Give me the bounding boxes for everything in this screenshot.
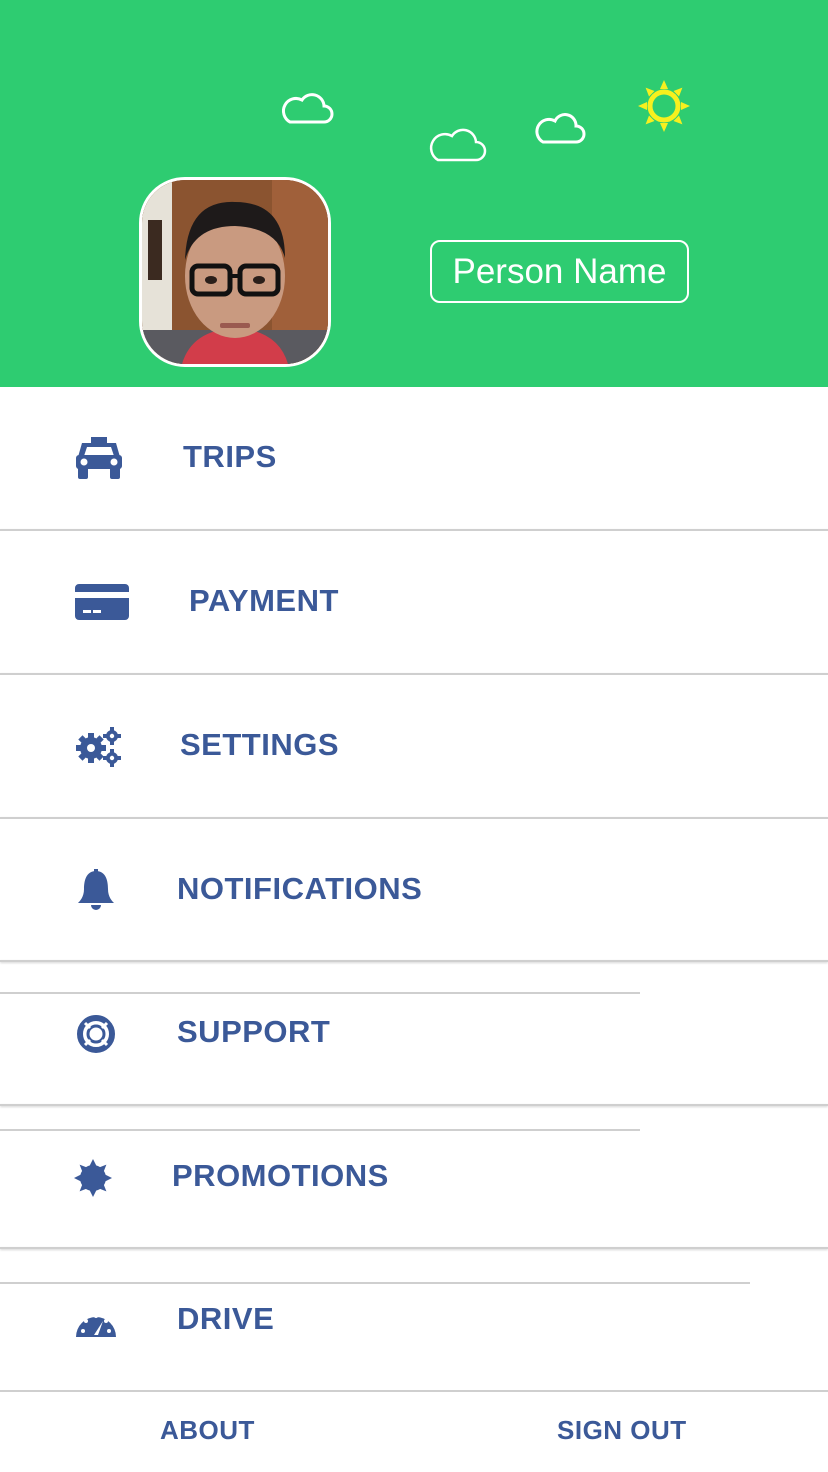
menu-item-label: PAYMENT — [189, 583, 339, 618]
taxi-icon — [76, 437, 122, 479]
menu-item-drive[interactable]: DRIVE — [0, 1249, 828, 1389]
sign-out-button[interactable]: SIGN OUT — [557, 1415, 687, 1446]
menu-item-label: PROMOTIONS — [172, 1158, 389, 1193]
about-button[interactable]: ABOUT — [160, 1415, 255, 1446]
life-ring-icon — [77, 1015, 115, 1053]
speedometer-icon — [76, 1314, 116, 1337]
menu-item-payment[interactable]: PAYMENT — [0, 531, 828, 674]
menu-item-trips[interactable]: TRIPS — [0, 387, 828, 530]
cloud-icon — [281, 93, 334, 124]
menu-item-label: SUPPORT — [177, 1014, 331, 1049]
badge-icon — [74, 1159, 112, 1197]
menu-item-label: DRIVE — [177, 1301, 275, 1336]
menu-item-label: SETTINGS — [180, 727, 340, 762]
footer-divider — [0, 1390, 828, 1392]
cloud-icon — [535, 113, 586, 144]
bell-icon — [78, 869, 114, 910]
menu-item-support[interactable]: SUPPORT — [0, 962, 828, 1104]
credit-card-icon — [75, 584, 129, 620]
avatar[interactable] — [139, 177, 331, 367]
menu-item-label: NOTIFICATIONS — [177, 871, 423, 906]
cogs-icon — [76, 727, 121, 767]
menu-item-settings[interactable]: SETTINGS — [0, 675, 828, 818]
profile-header: Person Name — [0, 0, 828, 387]
menu-item-promotions[interactable]: PROMOTIONS — [0, 1106, 828, 1247]
person-name[interactable]: Person Name — [430, 240, 689, 303]
cloud-icon — [429, 128, 487, 162]
menu-item-label: TRIPS — [183, 439, 277, 474]
sun-icon — [638, 80, 690, 132]
menu-item-notifications[interactable]: NOTIFICATIONS — [0, 819, 828, 962]
